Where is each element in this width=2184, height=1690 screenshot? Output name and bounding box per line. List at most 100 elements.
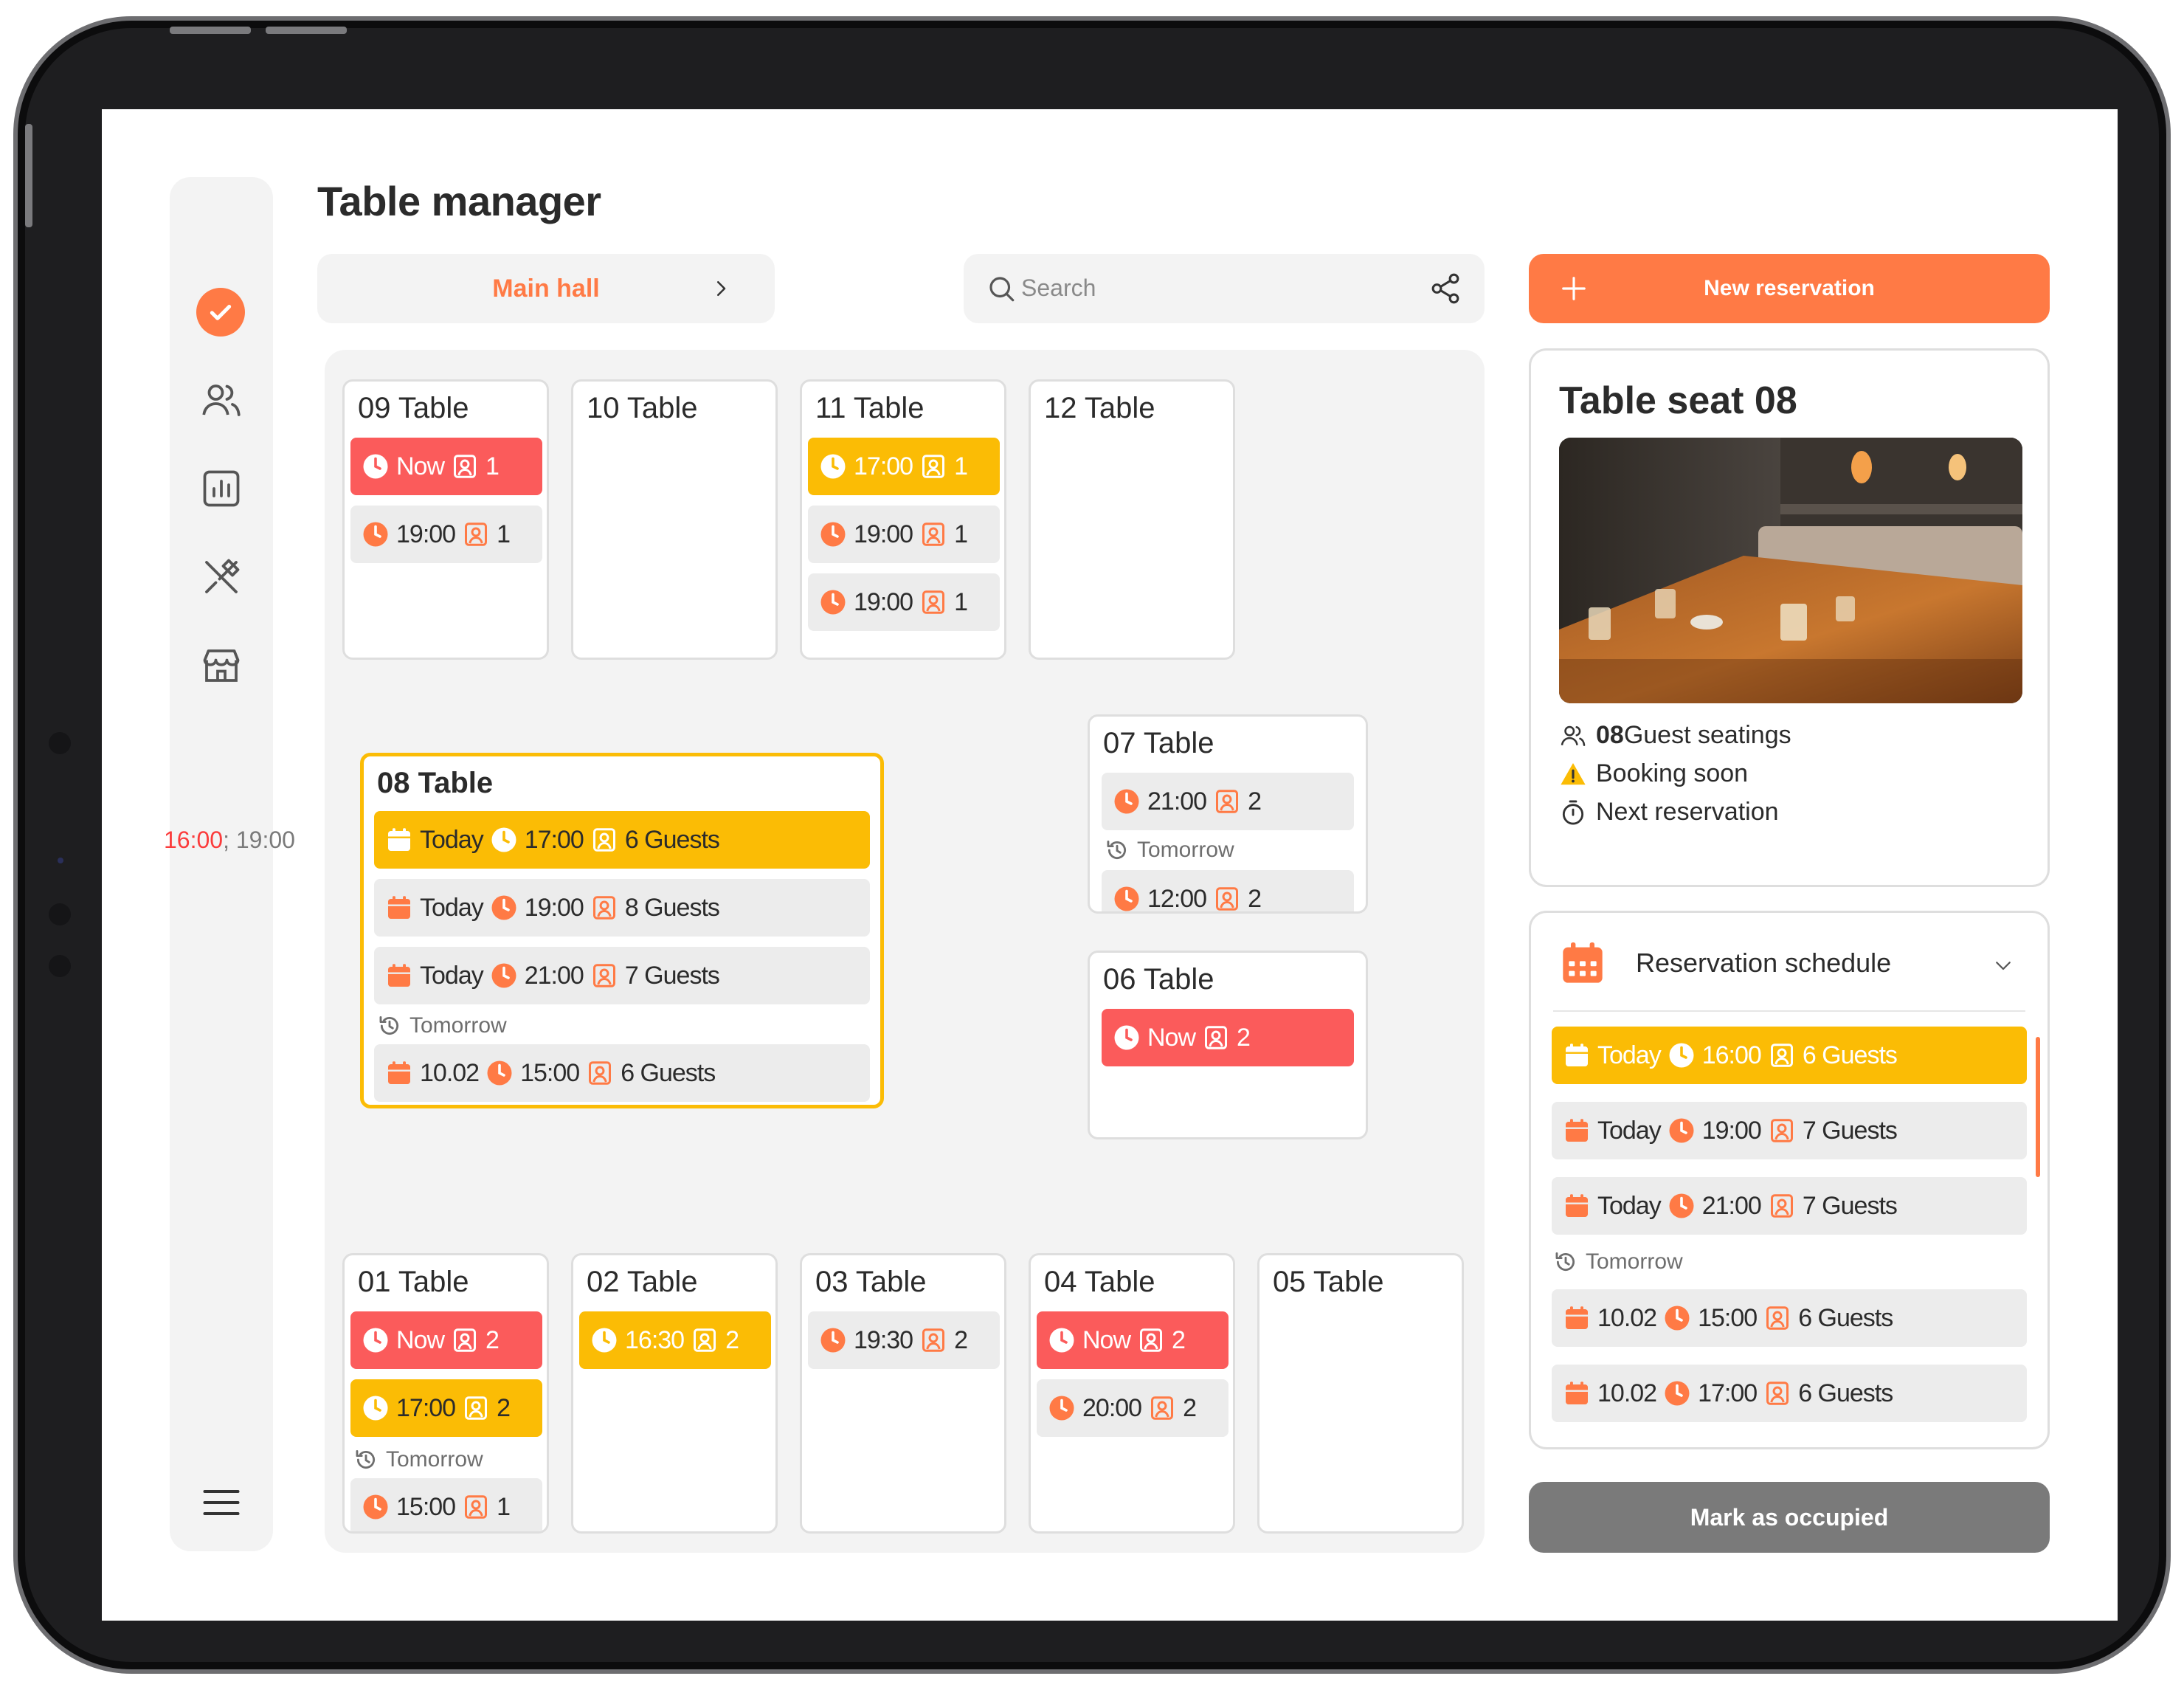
- reservation-chip[interactable]: 19:00 1: [350, 506, 542, 563]
- clock-icon: [1668, 1117, 1695, 1144]
- guest-icon: [920, 1327, 947, 1353]
- table-title: 08 Table: [377, 767, 494, 799]
- table-card-05[interactable]: 05 Table: [1257, 1253, 1464, 1534]
- guest-icon: [920, 453, 947, 480]
- calendar-icon: [1563, 1380, 1590, 1407]
- table-card-03[interactable]: 03 Table 19:30 2: [800, 1253, 1006, 1534]
- guest-count: 2: [1172, 1325, 1186, 1354]
- calendar-icon: [386, 962, 412, 989]
- clock-icon: [1048, 1395, 1075, 1421]
- clock-icon: [1113, 788, 1140, 815]
- hamburger-menu-icon[interactable]: [198, 1479, 245, 1526]
- table-card-02[interactable]: 02 Table 16:30 2: [571, 1253, 778, 1534]
- table-card-04[interactable]: 04 Table Now 2 20:00 2: [1029, 1253, 1235, 1534]
- reservation-time: 21:00: [1147, 787, 1207, 815]
- reservation-chip[interactable]: 16:30 2: [579, 1311, 771, 1369]
- reservation-chip[interactable]: 19:30 2: [808, 1311, 1000, 1369]
- table-card-07[interactable]: 07 Table 21:00 2 Tomorrow 12:00 2: [1088, 714, 1368, 914]
- clock-icon: [1664, 1380, 1690, 1407]
- table-card-12[interactable]: 12 Table: [1029, 379, 1235, 660]
- guest-count: 8 Guests: [624, 893, 720, 922]
- nav-guests-icon[interactable]: [198, 376, 245, 424]
- chevron-down-icon[interactable]: [1990, 954, 2017, 976]
- share-icon[interactable]: [1428, 272, 1462, 306]
- table-card-06[interactable]: 06 Table Now 2: [1088, 951, 1368, 1139]
- table-card-11[interactable]: 11 Table 17:00 1 19:00 1 19:00 1: [800, 379, 1006, 660]
- table-card-08[interactable]: 08 Table Today 17:00 6 Guests Today 19:0…: [360, 753, 884, 1108]
- reservation-chip[interactable]: Now 2: [1102, 1009, 1354, 1066]
- search-input[interactable]: Search: [964, 254, 1485, 323]
- reservation-day: Today: [420, 893, 484, 922]
- table-title: 11 Table: [815, 392, 925, 424]
- seat-title: Table seat 08: [1559, 379, 1797, 422]
- reservation-chip[interactable]: 17:00 2: [350, 1379, 542, 1437]
- mark-as-occupied-label: Mark as occupied: [1690, 1503, 1889, 1531]
- guest-icon: [463, 1395, 489, 1421]
- nav-store-icon[interactable]: [198, 642, 245, 689]
- reservation-day: Today: [420, 961, 484, 990]
- next-reservation-line: Next reservation: [1559, 798, 1779, 827]
- clock-icon: [362, 1494, 389, 1520]
- guest-count: 1: [497, 520, 511, 548]
- reservation-time: 17:00: [1698, 1379, 1758, 1407]
- clock-icon: [1668, 1193, 1695, 1219]
- clock-icon: [362, 1327, 389, 1353]
- nav-menu-cutlery-icon[interactable]: [198, 553, 245, 601]
- reservation-chip[interactable]: Now 2: [1037, 1311, 1228, 1369]
- calendar-icon: [386, 827, 412, 853]
- guest-count: 1: [497, 1492, 511, 1521]
- table-card-10[interactable]: 10 Table: [571, 379, 778, 660]
- mark-as-occupied-button[interactable]: Mark as occupied: [1529, 1482, 2050, 1553]
- reservation-chip[interactable]: 17:00 1: [808, 438, 1000, 495]
- clock-icon: [491, 894, 517, 921]
- reservation-chip[interactable]: 15:00 1: [350, 1478, 542, 1531]
- warning-icon: [1561, 762, 1586, 784]
- schedule-item[interactable]: Today 21:00 7 Guests: [1552, 1177, 2027, 1235]
- reservation-chip[interactable]: 19:00 1: [808, 506, 1000, 563]
- clock-icon: [1048, 1327, 1075, 1353]
- reservation-chip[interactable]: 10.02 15:00 6 Guests: [374, 1044, 870, 1102]
- history-icon: [1553, 1249, 1578, 1275]
- reservation-chip[interactable]: Today 19:00 8 Guests: [374, 879, 870, 937]
- reservation-time: 15:00: [396, 1492, 456, 1521]
- reservation-chip[interactable]: 19:00 1: [808, 573, 1000, 631]
- reservation-time: 16:00: [1701, 1041, 1762, 1069]
- guest-icon: [463, 521, 489, 548]
- nav-tables-check-icon[interactable]: [196, 288, 245, 337]
- device-sensor: [49, 903, 71, 925]
- schedule-item[interactable]: 10.02 15:00 6 Guests: [1552, 1289, 2027, 1347]
- reservation-chip[interactable]: Today 21:00 7 Guests: [374, 947, 870, 1004]
- tomorrow-label: Tomorrow: [1137, 838, 1234, 862]
- reservation-chip[interactable]: Now 1: [350, 438, 542, 495]
- device-sensor: [49, 732, 71, 754]
- guest-icon: [920, 589, 947, 615]
- schedule-item[interactable]: Today 16:00 6 Guests: [1552, 1027, 2027, 1084]
- scrollbar[interactable]: [2036, 1037, 2040, 1177]
- schedule-item[interactable]: 10.02 17:00 6 Guests: [1552, 1365, 2027, 1422]
- table-title: 09 Table: [358, 392, 469, 424]
- guest-icon: [1214, 886, 1240, 912]
- schedule-header[interactable]: Reservation schedule: [1559, 939, 1891, 987]
- search-icon: [989, 277, 1015, 302]
- reservation-chip[interactable]: Now 2: [350, 1311, 542, 1369]
- table-card-09[interactable]: 09 Table Now 1 19:00 1: [342, 379, 549, 660]
- nav-stats-icon[interactable]: [198, 465, 245, 512]
- floor-plan: 09 Table Now 1 19:00 1 10 Table 11 Table…: [325, 350, 1485, 1553]
- clock-icon: [362, 1395, 389, 1421]
- reservation-chip[interactable]: 20:00 2: [1037, 1379, 1228, 1437]
- reservation-chip[interactable]: Today 17:00 6 Guests: [374, 811, 870, 869]
- reservation-time: 15:00: [520, 1058, 580, 1087]
- reservation-chip[interactable]: 12:00 2: [1102, 870, 1354, 912]
- hall-selector[interactable]: Main hall: [317, 254, 775, 323]
- table-card-01[interactable]: 01 Table Now 2 17:00 2 Tomorrow 15:00 1: [342, 1253, 549, 1534]
- schedule-item[interactable]: Today 19:00 7 Guests: [1552, 1102, 2027, 1159]
- guest-icon: [591, 827, 618, 853]
- guest-seatings-count: 08: [1596, 721, 1624, 749]
- calendar-icon: [386, 894, 412, 921]
- table-title: 10 Table: [587, 392, 698, 424]
- clock-icon: [820, 521, 846, 548]
- table-seat-card: Table seat 08 08 Guest seatings Booking …: [1529, 348, 2050, 887]
- guest-count: 7 Guests: [1802, 1191, 1898, 1220]
- reservation-chip[interactable]: 21:00 2: [1102, 773, 1354, 830]
- new-reservation-button[interactable]: New reservation: [1529, 254, 2050, 323]
